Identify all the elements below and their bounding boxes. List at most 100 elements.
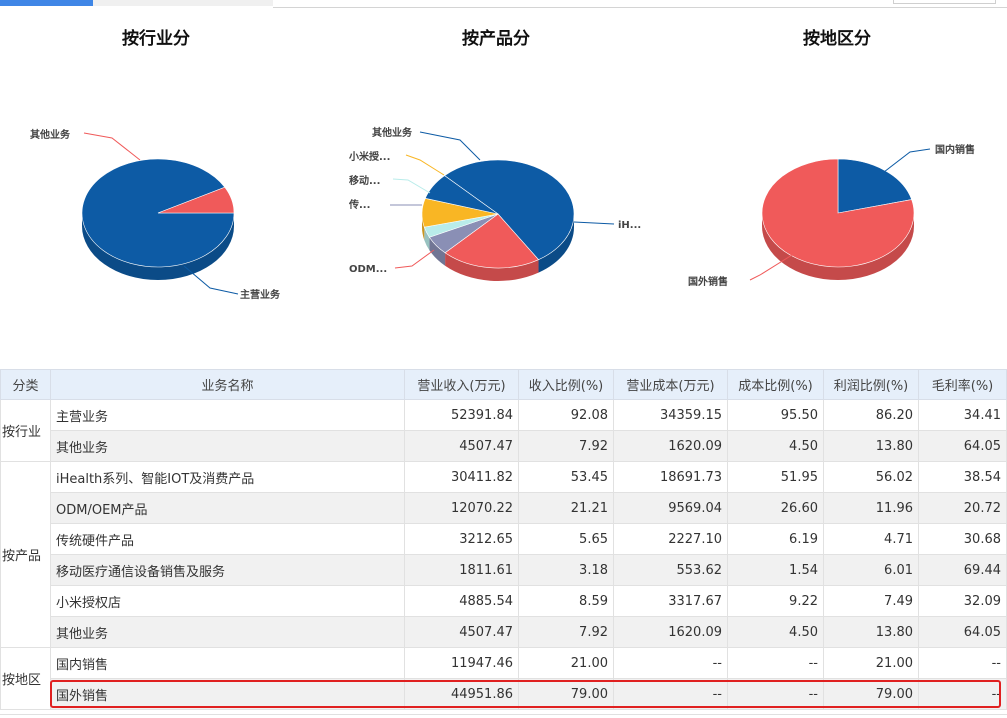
tab-bar xyxy=(0,0,1007,8)
value-cell: -- xyxy=(918,678,1007,710)
value-cell: 18691.73 xyxy=(613,461,728,493)
revenue-table: 分类 业务名称 营业收入(万元) 收入比例(%) 营业成本(万元) 成本比例(%… xyxy=(0,369,1007,710)
pie-charts: 主营业务 其他业务 iH... ODM... 传... 移动... 小米授... 其他业务国内… xyxy=(30,126,975,301)
col-header[interactable]: 营业收入(万元) xyxy=(404,369,519,400)
value-cell: 4.50 xyxy=(727,616,824,648)
business-name-cell: 移动医疗通信设备销售及服务 xyxy=(50,554,405,586)
value-cell: 69.44 xyxy=(918,554,1007,586)
value-cell: 13.80 xyxy=(823,430,919,462)
table-row[interactable]: 传统硬件产品 3212.65 5.65 2227.10 6.19 4.71 30.68 xyxy=(1,523,1007,555)
table-row[interactable]: 其他业务 4507.47 7.92 1620.09 4.50 13.80 64.05 xyxy=(1,616,1007,648)
value-cell: 4507.47 xyxy=(404,430,519,462)
leader-line xyxy=(749,254,793,281)
value-cell: 11.96 xyxy=(823,492,919,524)
value-cell: -- xyxy=(918,647,1007,679)
value-cell: 6.01 xyxy=(823,554,919,586)
business-name-cell: 国外销售 xyxy=(50,678,405,710)
value-cell: 8.59 xyxy=(518,585,614,617)
table-header-row: 分类 业务名称 营业收入(万元) 收入比例(%) 营业成本(万元) 成本比例(%… xyxy=(0,369,1007,400)
col-header[interactable]: 收入比例(%) xyxy=(518,369,614,400)
table-row[interactable]: 按行业 主营业务 52391.84 92.08 34359.15 95.50 86.20 34… xyxy=(0,399,1007,462)
value-cell: 92.08 xyxy=(518,399,614,431)
value-cell: 34.41 xyxy=(918,399,1007,431)
category-cell: 按地区 xyxy=(0,647,51,710)
slice-label: 小米授... xyxy=(348,150,390,163)
value-cell: 7.92 xyxy=(518,616,614,648)
value-cell: 20.72 xyxy=(918,492,1007,524)
top-right-control[interactable] xyxy=(893,0,996,4)
business-name-cell: 其他业务 xyxy=(50,430,405,462)
business-name-cell: 主营业务 xyxy=(50,399,405,431)
tab-active[interactable] xyxy=(0,0,93,6)
value-cell: 1620.09 xyxy=(613,430,728,462)
col-header[interactable]: 毛利率(%) xyxy=(918,369,1007,400)
tab-divider xyxy=(273,7,1007,8)
value-cell: 12070.22 xyxy=(404,492,519,524)
business-name-cell: 其他业务 xyxy=(50,616,405,648)
value-cell: 26.60 xyxy=(727,492,824,524)
slice-label: 国内销售 xyxy=(935,143,975,156)
table-row[interactable]: 国外销售 44951.86 79.00 -- -- 79.00 -- xyxy=(1,678,1007,710)
value-cell: 30.68 xyxy=(918,523,1007,555)
value-cell: 11947.46 xyxy=(404,647,519,679)
value-cell: 51.95 xyxy=(727,461,824,493)
value-cell: 21.21 xyxy=(518,492,614,524)
business-name-cell: 传统硬件产品 xyxy=(50,523,405,555)
table-row[interactable]: 按地区 国内销售 11947.46 21.00 -- -- 21.00 -- xyxy=(0,647,1007,710)
value-cell: 30411.82 xyxy=(404,461,519,493)
chart-title-product: 按产品分 xyxy=(462,29,530,49)
slice-label: 传... xyxy=(348,198,370,211)
value-cell: 34359.15 xyxy=(613,399,728,431)
value-cell: 86.20 xyxy=(823,399,919,431)
value-cell: -- xyxy=(613,678,728,710)
col-header[interactable]: 利润比例(%) xyxy=(823,369,919,400)
table-row[interactable]: 其他业务 4507.47 7.92 1620.09 4.50 13.80 64.05 xyxy=(1,430,1007,462)
value-cell: 1811.61 xyxy=(404,554,519,586)
value-cell: 6.19 xyxy=(727,523,824,555)
leader-line xyxy=(392,178,431,194)
value-cell: 1.54 xyxy=(727,554,824,586)
value-cell: 4.50 xyxy=(727,430,824,462)
value-cell: 3317.67 xyxy=(613,585,728,617)
value-cell: 9569.04 xyxy=(613,492,728,524)
slice-label: 国外销售 xyxy=(688,275,728,288)
value-cell: 44951.86 xyxy=(404,678,519,710)
value-cell: 3212.65 xyxy=(404,523,519,555)
value-cell: 5.65 xyxy=(518,523,614,555)
bottom-divider xyxy=(0,714,1007,715)
leader-line xyxy=(405,154,445,176)
value-cell: 64.05 xyxy=(918,430,1007,462)
table-row[interactable]: 移动医疗通信设备销售及服务 1811.61 3.18 553.62 1.54 6.01 69… xyxy=(1,554,1007,586)
value-cell: 4885.54 xyxy=(404,585,519,617)
leader-line xyxy=(883,148,931,173)
tab-inactive[interactable] xyxy=(93,0,273,6)
value-cell: 553.62 xyxy=(613,554,728,586)
table-row[interactable]: 按产品 iHealth系列、智能IOT及消费产品 30411.82 53.45 1869… xyxy=(0,461,1007,648)
leader-line xyxy=(394,249,435,269)
table-row[interactable]: 小米授权店 4885.54 8.59 3317.67 9.22 7.49 32.09 xyxy=(1,585,1007,617)
col-header[interactable]: 营业成本(万元) xyxy=(613,369,728,400)
value-cell: -- xyxy=(727,647,824,679)
value-cell: 52391.84 xyxy=(404,399,519,431)
col-header[interactable]: 成本比例(%) xyxy=(727,369,824,400)
value-cell: 56.02 xyxy=(823,461,919,493)
value-cell: 2227.10 xyxy=(613,523,728,555)
chart-title-region: 按地区分 xyxy=(803,29,871,49)
col-header[interactable]: 分类 xyxy=(0,369,51,400)
slice-label: iH... xyxy=(618,220,641,231)
business-name-cell: 国内销售 xyxy=(50,647,405,679)
value-cell: -- xyxy=(613,647,728,679)
value-cell: 79.00 xyxy=(823,678,919,710)
value-cell: 32.09 xyxy=(918,585,1007,617)
slice-label: 主营业务 xyxy=(240,288,281,301)
value-cell: 1620.09 xyxy=(613,616,728,648)
value-cell: 9.22 xyxy=(727,585,824,617)
table-row[interactable]: ODM/OEM产品 12070.22 21.21 9569.04 26.60 11.96 2… xyxy=(1,492,1007,524)
slice-label: ODM... xyxy=(349,264,387,275)
col-header[interactable]: 业务名称 xyxy=(50,369,405,400)
leader-line xyxy=(419,131,481,161)
slice-label: 其他业务 xyxy=(372,126,413,139)
value-cell: 95.50 xyxy=(727,399,824,431)
leader-line xyxy=(83,132,141,161)
slice-label: 移动... xyxy=(349,174,380,187)
